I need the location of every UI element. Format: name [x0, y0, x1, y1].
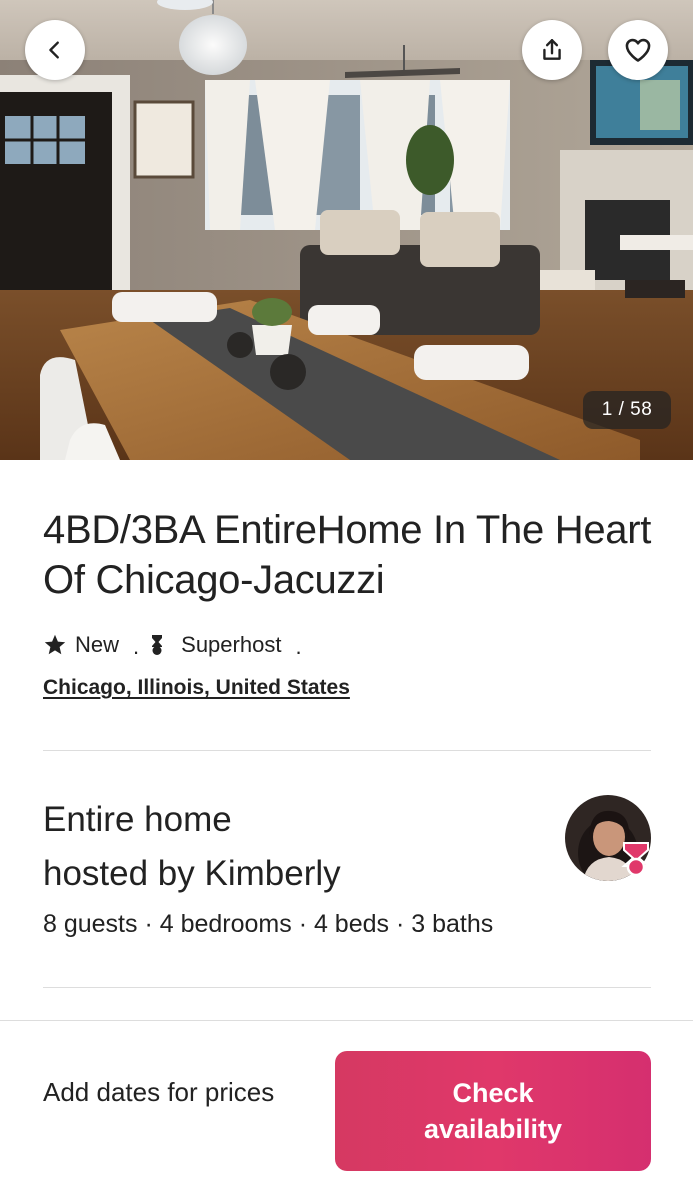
superhost-icon: [152, 635, 163, 655]
rating-label: New: [75, 632, 120, 657]
host-heading-line1: Entire home: [43, 800, 232, 839]
location-link[interactable]: Chicago, Illinois, United States: [43, 676, 350, 700]
superhost-label: Superhost: [181, 632, 282, 657]
listing-meta-row: New . Superhost .: [43, 628, 312, 662]
heart-icon: [625, 38, 651, 62]
price-prompt[interactable]: Add dates for prices: [43, 1074, 293, 1111]
save-button[interactable]: [608, 20, 668, 80]
check-availability-button[interactable]: Check availability: [335, 1051, 651, 1171]
meta-separator-trailing: .: [295, 634, 302, 659]
share-icon: [543, 39, 561, 60]
listing-photo[interactable]: 1 / 58: [0, 0, 693, 460]
photo-counter: 1 / 58: [583, 391, 671, 429]
listing-title: 4BD/3BA EntireHome In The Heart Of Chica…: [43, 508, 652, 602]
listing-page: 1 / 58 4BD/3BA EntireHome In The Heart O…: [0, 0, 693, 1200]
host-heading-line2: hosted by Kimberly: [43, 854, 341, 893]
meta-separator: .: [133, 634, 140, 659]
section-divider: [43, 750, 651, 751]
chevron-left-icon: [49, 41, 59, 59]
star-icon: [44, 634, 66, 655]
booking-footer: Add dates for prices Check availability: [0, 1020, 693, 1200]
host-heading: Entire home hosted by Kimberly: [43, 793, 523, 901]
section-divider: [43, 987, 651, 988]
back-button[interactable]: [25, 20, 85, 80]
share-button[interactable]: [522, 20, 582, 80]
host-avatar[interactable]: [565, 795, 651, 881]
listing-specs: 8 guests · 4 bedrooms · 4 beds · 3 baths: [43, 910, 494, 938]
superhost-badge-icon: [621, 842, 651, 877]
